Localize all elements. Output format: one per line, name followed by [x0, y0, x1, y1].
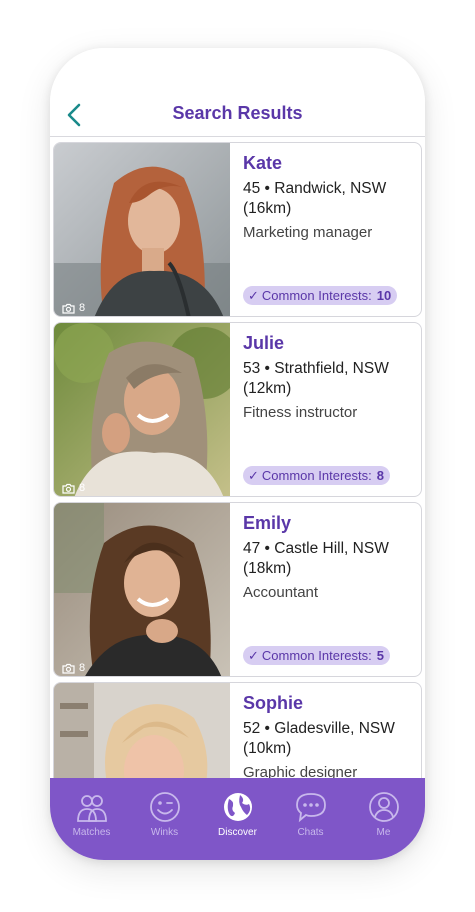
- profile-location: 52 • Gladesville, NSW: [243, 720, 395, 737]
- header: Search Results: [50, 48, 425, 137]
- common-interests-badge: ✓ Common Interests: 10: [243, 286, 398, 305]
- profile-distance: (18km): [243, 560, 292, 577]
- profile-card[interactable]: 8 Kate 45 • Randwick, NSW (16km) Marketi…: [53, 142, 422, 317]
- profile-card[interactable]: Sophie 52 • Gladesville, NSW (10km) Grap…: [53, 682, 422, 778]
- chat-bubble-icon: [295, 793, 326, 823]
- tab-me[interactable]: Me: [349, 778, 419, 860]
- bottom-tab-bar: Matches Winks Discover Chats Me: [50, 778, 425, 860]
- tab-discover[interactable]: Discover: [203, 778, 273, 860]
- page-title: Search Results: [172, 103, 303, 123]
- profile-photo[interactable]: 8: [54, 503, 230, 676]
- profile-card[interactable]: 8 Julie 53 • Strathfield, NSW (12km) Fit…: [53, 322, 422, 497]
- people-icon: [76, 795, 107, 822]
- profile-info: Sophie 52 • Gladesville, NSW (10km) Grap…: [243, 693, 413, 778]
- tab-winks[interactable]: Winks: [130, 778, 200, 860]
- profile-location: 45 • Randwick, NSW: [243, 180, 387, 197]
- profile-distance: (16km): [243, 200, 292, 217]
- profile-card[interactable]: 8 Emily 47 • Castle Hill, NSW (18km) Acc…: [53, 502, 422, 677]
- profile-location: 53 • Strathfield, NSW: [243, 360, 389, 377]
- check-icon: ✓: [248, 467, 259, 483]
- profile-distance: (12km): [243, 380, 292, 397]
- camera-icon: [62, 303, 75, 314]
- profile-occupation: Accountant: [243, 584, 319, 601]
- profile-info: Kate 45 • Randwick, NSW (16km) Marketing…: [243, 153, 413, 241]
- profile-occupation: Fitness instructor: [243, 404, 358, 421]
- tab-chats[interactable]: Chats: [276, 778, 346, 860]
- profile-info: Julie 53 • Strathfield, NSW (12km) Fitne…: [243, 333, 413, 421]
- common-interests-badge: ✓ Common Interests: 5: [243, 646, 390, 665]
- photo-count: 8: [62, 662, 85, 674]
- photo-count: 8: [62, 482, 85, 494]
- profile-name: Kate: [243, 153, 283, 173]
- phone-frame: Search Results 8 Kate 45 • Randwick, NSW…: [50, 48, 425, 860]
- profile-name: Emily: [243, 513, 292, 533]
- common-interests-badge: ✓ Common Interests: 8: [243, 466, 390, 485]
- profile-icon: [368, 792, 399, 822]
- photo-count: 8: [62, 302, 85, 314]
- camera-icon: [62, 483, 75, 494]
- wink-icon: [149, 792, 180, 822]
- profile-info: Emily 47 • Castle Hill, NSW (18km) Accou…: [243, 513, 413, 601]
- globe-icon: [223, 793, 252, 821]
- profile-occupation: Marketing manager: [243, 224, 373, 241]
- profile-location: 47 • Castle Hill, NSW: [243, 540, 389, 557]
- profile-photo[interactable]: [54, 683, 230, 778]
- profile-name: Julie: [243, 333, 285, 353]
- profile-photo[interactable]: 8: [54, 143, 230, 316]
- profile-name: Sophie: [243, 693, 304, 713]
- check-icon: ✓: [248, 647, 259, 663]
- profile-occupation: Graphic designer: [243, 764, 358, 778]
- profile-photo[interactable]: 8: [54, 323, 230, 496]
- results-list[interactable]: 8 Kate 45 • Randwick, NSW (16km) Marketi…: [50, 137, 425, 778]
- check-icon: ✓: [248, 287, 259, 303]
- tab-matches[interactable]: Matches: [57, 778, 127, 860]
- profile-distance: (10km): [243, 740, 292, 757]
- camera-icon: [62, 663, 75, 674]
